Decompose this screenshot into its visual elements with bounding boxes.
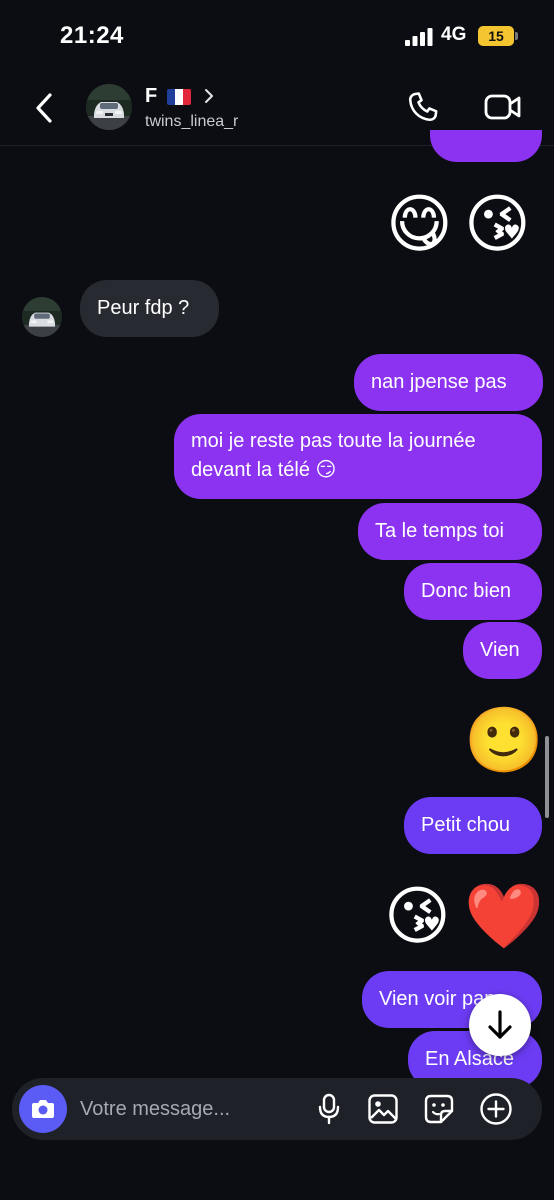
outgoing-message[interactable]: moi je reste pas toute la journée devant… [174,414,542,499]
gallery-button[interactable] [366,1092,400,1126]
microphone-button[interactable] [312,1092,346,1126]
contact-name[interactable]: F [145,85,157,108]
battery-icon: 15 [478,26,514,46]
status-time: 21:24 [60,22,124,49]
scroll-to-bottom-button[interactable] [469,994,531,1056]
emoji-kiss: 😘 [464,188,531,260]
outgoing-message[interactable]: Donc bien [404,563,542,620]
back-icon[interactable] [30,90,60,126]
incoming-message[interactable]: Peur fdp ? [80,280,219,337]
sender-avatar[interactable] [22,297,62,337]
message-line: devant la télé 😏 [191,456,525,485]
scrollbar[interactable] [545,736,549,818]
battery-level: 15 [488,28,504,44]
outgoing-message[interactable]: Petit chou [404,797,542,854]
message-input[interactable] [80,1092,300,1126]
contact-avatar[interactable] [86,84,132,130]
phone-icon[interactable] [406,90,440,124]
network-type: 4G [441,24,467,45]
outgoing-message[interactable]: Vien [463,622,542,679]
signal-icon [405,28,433,46]
message-line: moi je reste pas toute la journée [191,430,476,452]
chevron-right-icon[interactable] [203,87,215,105]
arrow-down-icon [488,1010,512,1039]
camera-button[interactable] [19,1085,67,1133]
emoji-slight-smile: 🙂 [464,704,544,776]
camera-icon [32,1100,54,1118]
outgoing-message[interactable]: Ta le temps toi [358,503,542,560]
battery-tip [515,32,518,40]
status-bar: 21:24 4G 15 [0,0,554,70]
plus-icon [480,1093,512,1125]
message-composer [12,1078,542,1140]
outgoing-message[interactable]: nan jpense pas [354,354,543,411]
add-button[interactable] [479,1092,513,1126]
france-flag-icon [167,89,191,105]
sticker-icon [424,1094,454,1124]
contact-handle[interactable]: twins_linea_r [145,113,238,131]
emoji-yum: 😋 [386,188,453,260]
message-text: Vien voir p [379,988,474,1010]
emoji-kiss: 😘 [384,880,451,952]
video-icon[interactable] [484,92,522,122]
message-bubble-partial [430,130,542,162]
message-line-text: devant la télé [191,459,310,481]
emoji-heart: ❤️ [464,880,544,952]
sticker-button[interactable] [422,1092,456,1126]
microphone-icon [318,1093,340,1125]
emoji-smirk: 😏 [315,459,337,481]
image-icon [368,1094,398,1124]
